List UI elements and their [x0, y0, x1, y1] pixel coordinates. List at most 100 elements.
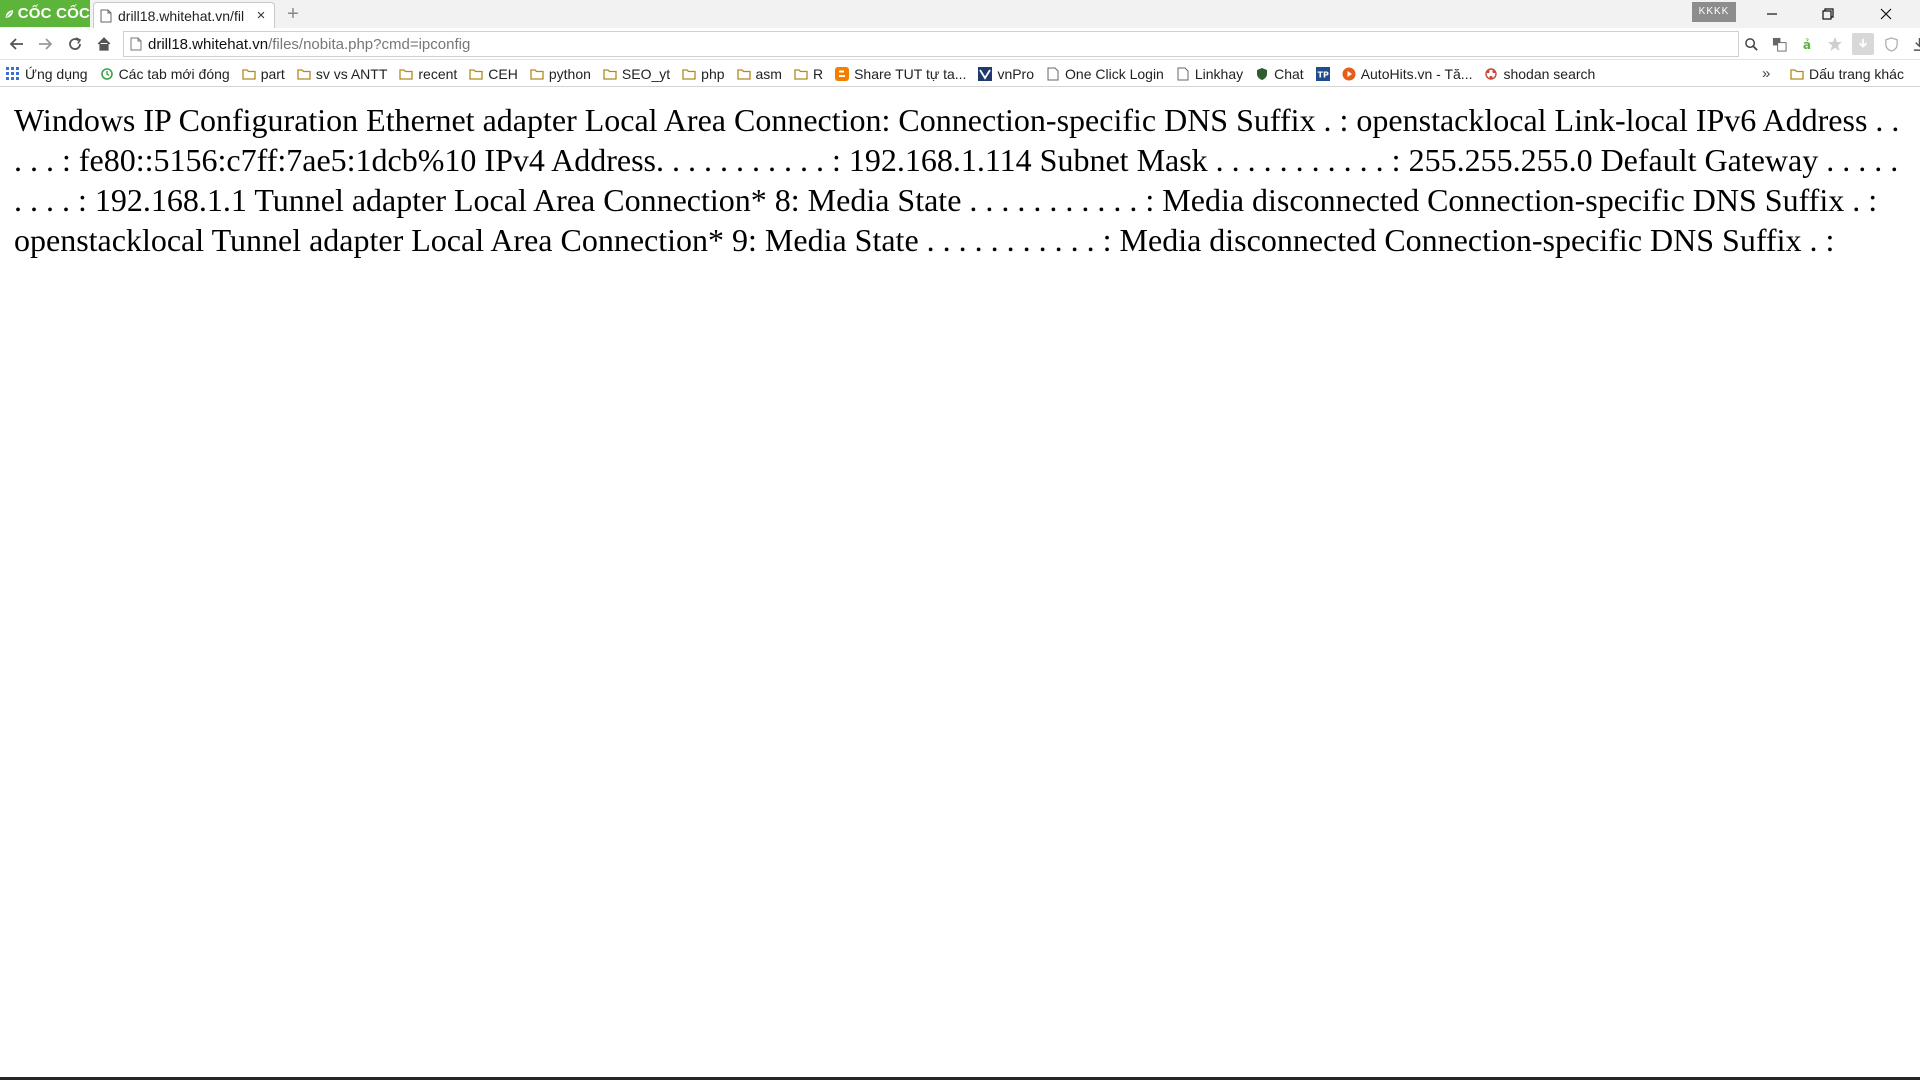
reload-icon	[69, 37, 82, 50]
bookmark-folder-seo-yt[interactable]: SEO_yt	[603, 66, 670, 82]
address-bar[interactable]: drill18.whitehat.vn/files/nobita.php?cmd…	[123, 31, 1739, 57]
toolbar: drill18.whitehat.vn/files/nobita.php?cmd…	[0, 28, 1920, 60]
bookmark-label: Share TUT tự ta...	[854, 65, 967, 82]
bookmark-label: One Click Login	[1065, 65, 1164, 82]
restore-icon	[1822, 8, 1834, 20]
bookmark-label: python	[548, 65, 591, 82]
bookmark-label: AutoHits.vn - Tă...	[1360, 65, 1473, 82]
tab-active[interactable]: drill18.whitehat.vn/fil ×	[93, 2, 275, 28]
folder-icon	[297, 67, 311, 81]
home-icon	[97, 37, 111, 51]
bookmark-label: sv vs ANTT	[315, 65, 388, 82]
folder-icon	[399, 67, 414, 81]
page-icon	[100, 9, 112, 22]
bookmark-folder-python[interactable]: python	[530, 66, 591, 82]
folder-icon	[469, 67, 483, 81]
download-video-icon[interactable]	[1852, 33, 1874, 55]
bookmark-label: SEO_yt	[621, 65, 671, 82]
bookmark-folder-r[interactable]: R	[794, 66, 823, 82]
page-icon	[1046, 67, 1060, 81]
bookmark-other-folder[interactable]: Dấu trang khác	[1790, 61, 1904, 87]
toolbar-icons: ả	[1740, 32, 1920, 56]
restore-button[interactable]	[1800, 0, 1856, 28]
url-host: drill18.whitehat.vn	[148, 35, 269, 53]
close-icon	[1880, 8, 1892, 20]
coccoc-logo[interactable]: CỐC CỐC	[0, 0, 90, 27]
minimize-button[interactable]	[1744, 0, 1800, 28]
bookmark-folder-part[interactable]: part	[242, 66, 285, 82]
bookmark-label: php	[701, 65, 725, 82]
coccoc-accent-icon[interactable]: ả	[1796, 33, 1818, 55]
bookmark-label: vnPro	[997, 65, 1035, 82]
bookmark-label: Ứng dụng	[25, 65, 88, 82]
bookmark-folder-sv-vs-antt[interactable]: sv vs ANTT	[297, 65, 388, 82]
arrow-left-icon	[9, 38, 23, 50]
bookmark-one-click-login[interactable]: One Click Login	[1046, 66, 1164, 82]
bookmark-folder-asm[interactable]: asm	[736, 65, 782, 82]
bookmark-folder-php[interactable]: php	[682, 65, 725, 82]
bookmark-linkhay[interactable]: Linkhay	[1176, 66, 1243, 82]
svg-text:ả: ả	[1802, 38, 1810, 52]
bookmark-recent-tabs[interactable]: Các tab mới đóng	[100, 66, 230, 82]
bookmark-label: recent	[418, 65, 458, 82]
folder-icon	[794, 67, 808, 81]
reload-button[interactable]	[63, 32, 87, 56]
bookmark-chat[interactable]: Chat	[1255, 66, 1304, 82]
bookmark-label: asm	[755, 65, 782, 82]
tab-close-icon[interactable]: ×	[254, 8, 268, 23]
blogger-icon	[835, 66, 850, 81]
profile-badge[interactable]: KKKK	[1692, 2, 1736, 22]
tp-icon: TP	[1315, 66, 1330, 81]
translate-icon[interactable]	[1768, 33, 1790, 55]
folder-icon	[242, 67, 256, 81]
play-icon	[1342, 67, 1356, 81]
vnpro-icon	[978, 66, 993, 81]
folder-icon	[1790, 67, 1804, 81]
bookmark-share-tut[interactable]: Share TUT tự ta...	[835, 66, 966, 82]
folder-icon	[736, 67, 751, 81]
page-icon	[1176, 67, 1190, 81]
arrow-right-icon	[39, 38, 53, 50]
zoom-icon[interactable]	[1740, 33, 1762, 55]
new-tab-button[interactable]: +	[282, 2, 304, 26]
bookmark-apps[interactable]: Ứng dụng	[6, 66, 88, 82]
folder-icon	[682, 67, 696, 81]
title-bar: CỐC CỐC drill18.whitehat.vn/fil × + KKKK	[0, 0, 1920, 28]
history-icon	[100, 67, 114, 81]
url-path: /files/nobita.php?cmd=ipconfig	[268, 35, 471, 53]
bookmark-tp[interactable]: TP	[1315, 66, 1330, 81]
downloads-icon[interactable]	[1908, 33, 1920, 55]
bookmark-label: shodan search	[1503, 65, 1596, 82]
ipconfig-output-text: Windows IP Configuration Ethernet adapte…	[14, 102, 1900, 258]
apps-grid-icon	[6, 66, 20, 81]
url-text[interactable]: drill18.whitehat.vn/files/nobita.php?cmd…	[148, 36, 470, 53]
shield-icon	[1255, 67, 1269, 81]
star-icon[interactable]	[1824, 33, 1846, 55]
shodan-icon	[1484, 67, 1498, 81]
close-window-button[interactable]	[1858, 0, 1914, 28]
bookmark-label: Linkhay	[1194, 65, 1244, 82]
svg-text:TP: TP	[1317, 70, 1328, 79]
bookmark-label: CEH	[488, 65, 518, 82]
coccoc-leaf-icon	[5, 9, 14, 18]
home-button[interactable]	[92, 32, 116, 56]
bookmark-label: R	[812, 65, 824, 82]
bookmark-folder-ceh[interactable]: CEH	[469, 66, 518, 82]
bookmarks-overflow-chevron-icon[interactable]: »	[1762, 61, 1770, 87]
adblock-shield-icon[interactable]	[1880, 33, 1902, 55]
forward-button[interactable]	[33, 32, 57, 56]
bookmarks-bar: Ứng dụng Các tab mới đóng part sv vs ANT…	[0, 61, 1920, 87]
folder-icon	[530, 67, 544, 81]
bookmark-label: Các tab mới đóng	[118, 65, 230, 82]
bookmark-shodan[interactable]: shodan search	[1484, 66, 1595, 82]
bookmark-label: part	[260, 65, 285, 82]
bookmark-label: Dấu trang khác	[1809, 66, 1904, 82]
bookmark-vnpro[interactable]: vnPro	[978, 66, 1034, 82]
back-button[interactable]	[5, 32, 29, 56]
page-icon	[130, 37, 142, 51]
minimize-icon	[1767, 13, 1777, 15]
tab-title: drill18.whitehat.vn/fil	[118, 7, 245, 24]
bookmark-folder-recent[interactable]: recent	[399, 66, 457, 82]
folder-icon	[603, 67, 617, 81]
bookmark-autohits[interactable]: AutoHits.vn - Tă...	[1342, 65, 1473, 82]
